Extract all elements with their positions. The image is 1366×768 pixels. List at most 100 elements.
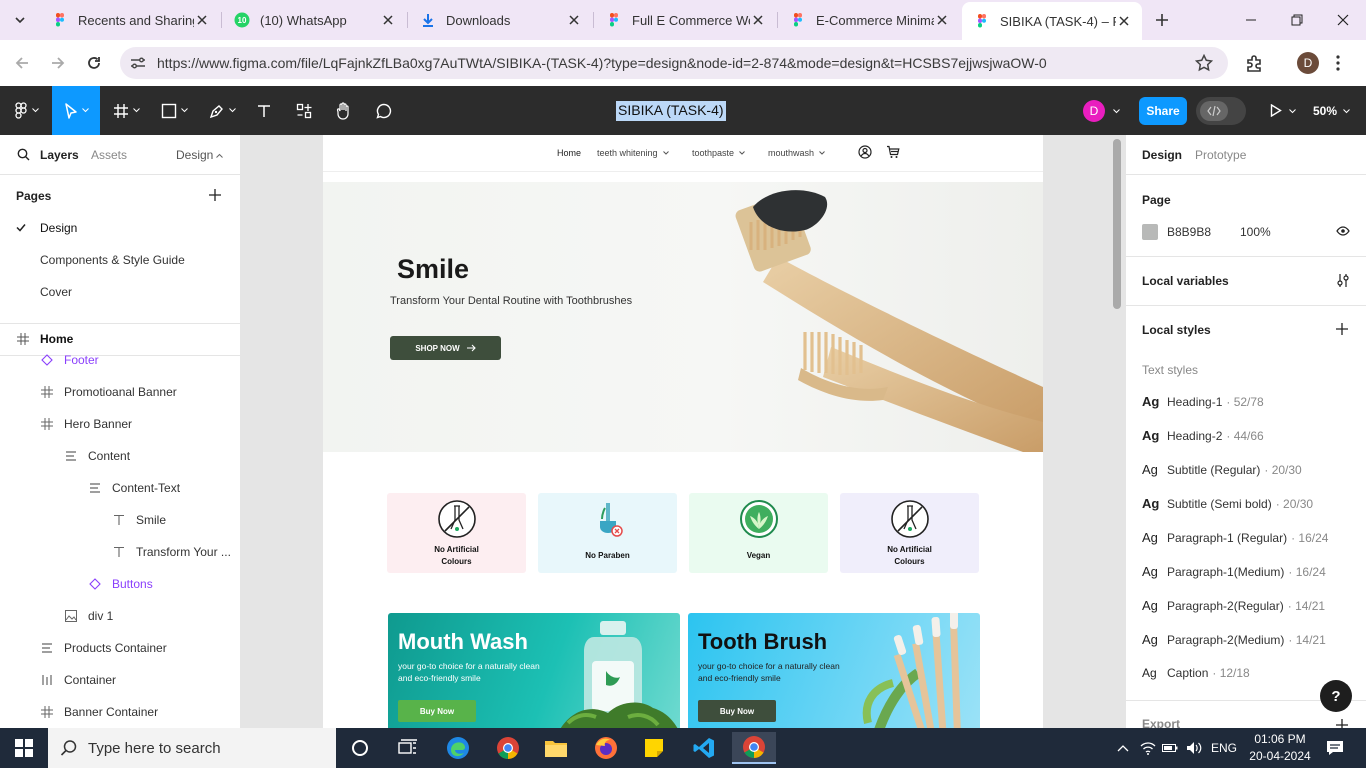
taskbar-vscode[interactable] <box>684 732 724 764</box>
cortana-button[interactable] <box>340 732 380 764</box>
layer-footer[interactable]: Footer <box>40 353 99 367</box>
nav-toothpaste[interactable]: toothpaste <box>692 148 745 158</box>
shop-now-button[interactable]: SHOP NOW <box>390 336 501 360</box>
back-button[interactable] <box>10 51 34 75</box>
zoom-level[interactable]: 50% <box>1313 104 1337 118</box>
frame-tool-button[interactable] <box>106 86 146 135</box>
chevron-down-icon[interactable] <box>1343 109 1350 114</box>
layer-products-container[interactable]: Products Container <box>40 641 167 655</box>
taskbar-search-box[interactable]: Type here to search <box>48 728 336 768</box>
close-window-button[interactable] <box>1320 0 1366 40</box>
browser-tab[interactable]: Full E Commerce We <box>594 4 776 36</box>
move-tool-button[interactable] <box>52 86 100 135</box>
add-export-icon[interactable] <box>1336 719 1348 728</box>
tab-search-button[interactable] <box>8 8 32 32</box>
layer-buttons[interactable]: Buttons <box>88 577 153 591</box>
reload-button[interactable] <box>82 51 106 75</box>
user-icon[interactable] <box>858 145 872 159</box>
profile-avatar[interactable]: D <box>1297 52 1319 74</box>
file-title[interactable]: SIBIKA (TASK-4) <box>616 101 726 121</box>
task-view-button[interactable] <box>388 732 428 764</box>
layer-container[interactable]: Container <box>40 673 116 687</box>
browser-tab[interactable]: E-Commerce Minima <box>778 4 960 36</box>
user-avatar[interactable]: D <box>1083 100 1105 122</box>
design-canvas[interactable]: Home teeth whitening toothpaste mouthwas… <box>241 135 1125 728</box>
browser-tab[interactable]: Recents and Sharing <box>40 4 220 36</box>
chevron-down-icon[interactable] <box>1113 109 1120 114</box>
text-style-item[interactable]: Ag Paragraph-2(Medium) · 14/21 <box>1142 632 1326 647</box>
star-icon[interactable] <box>1195 54 1213 72</box>
layer-banner-container[interactable]: Banner Container <box>40 705 158 719</box>
page-item-cover[interactable]: Cover <box>40 285 72 299</box>
dev-mode-toggle[interactable] <box>1196 97 1246 125</box>
system-clock[interactable]: 01:06 PM 20-04-2024 <box>1248 731 1312 765</box>
battery-status[interactable] <box>1160 728 1180 768</box>
layer-div-1[interactable]: div 1 <box>64 609 113 623</box>
text-tool-button[interactable] <box>250 86 278 135</box>
tab-design[interactable]: Design <box>1142 148 1182 162</box>
add-page-icon[interactable] <box>209 189 221 201</box>
page-color-hex[interactable]: B8B9B8 <box>1167 225 1211 239</box>
show-hidden-icons[interactable] <box>1112 728 1134 768</box>
layer-hero-banner[interactable]: Hero Banner <box>40 417 132 431</box>
site-settings-icon[interactable] <box>130 56 146 70</box>
forward-button[interactable] <box>46 51 70 75</box>
page-opacity[interactable]: 100% <box>1240 225 1271 239</box>
export-title[interactable]: Export <box>1142 717 1180 728</box>
text-style-item[interactable]: Ag Paragraph-2(Regular) · 14/21 <box>1142 598 1325 613</box>
layer-promotional-banner[interactable]: Promotioanal Banner <box>40 385 177 399</box>
pen-tool-button[interactable] <box>202 86 242 135</box>
home-artboard[interactable]: Home teeth whitening toothpaste mouthwas… <box>323 135 1043 728</box>
extensions-icon[interactable] <box>1245 54 1264 73</box>
tab-assets[interactable]: Assets <box>91 148 127 162</box>
cart-icon[interactable] <box>886 145 900 159</box>
canvas-scrollbar[interactable] <box>1113 139 1121 309</box>
hand-tool-button[interactable] <box>330 86 358 135</box>
taskbar-firefox[interactable] <box>586 732 626 764</box>
taskbar-sticky-notes[interactable] <box>634 732 674 764</box>
page-color-swatch[interactable] <box>1142 224 1158 240</box>
page-item-design[interactable]: Design <box>40 221 77 235</box>
shape-tool-button[interactable] <box>154 86 194 135</box>
action-center-button[interactable] <box>1320 728 1350 768</box>
variables-icon[interactable] <box>1336 273 1350 288</box>
taskbar-chrome[interactable] <box>488 732 528 764</box>
layer-smile-text[interactable]: Smile <box>112 513 166 527</box>
close-icon[interactable] <box>1116 13 1132 29</box>
share-button[interactable]: Share <box>1139 97 1187 125</box>
close-icon[interactable] <box>566 12 582 28</box>
main-menu-button[interactable] <box>8 86 44 135</box>
layer-content-text[interactable]: Content-Text <box>88 481 180 495</box>
local-variables-title[interactable]: Local variables <box>1142 274 1229 288</box>
tab-prototype[interactable]: Prototype <box>1195 148 1246 162</box>
nav-mouthwash[interactable]: mouthwash <box>768 148 825 158</box>
text-style-item[interactable]: Ag Subtitle (Regular) · 20/30 <box>1142 462 1302 477</box>
layer-home-frame[interactable]: Home <box>16 332 73 346</box>
layer-transform-text[interactable]: Transform Your ... <box>112 545 231 559</box>
buy-now-button[interactable]: Buy Now <box>398 700 476 722</box>
browser-tab[interactable]: Downloads <box>408 4 592 36</box>
nav-home-link[interactable]: Home <box>557 148 581 158</box>
start-button[interactable] <box>0 728 48 768</box>
play-icon[interactable] <box>1270 104 1282 117</box>
volume-control[interactable] <box>1184 728 1204 768</box>
more-vertical-icon[interactable] <box>1335 55 1341 71</box>
text-style-item[interactable]: Ag Paragraph-1(Medium) · 16/24 <box>1142 564 1326 579</box>
taskbar-chrome-active[interactable] <box>732 732 776 764</box>
nav-teeth-whitening[interactable]: teeth whitening <box>597 148 669 158</box>
close-icon[interactable] <box>194 12 210 28</box>
resources-button[interactable] <box>290 86 318 135</box>
browser-tab-active[interactable]: SIBIKA (TASK-4) – Fi <box>962 2 1142 40</box>
restore-button[interactable] <box>1274 0 1320 40</box>
minimize-button[interactable] <box>1228 0 1274 40</box>
search-icon[interactable] <box>17 148 30 161</box>
address-bar[interactable]: https://www.figma.com/file/LqFajnkZfLBa0… <box>120 47 1228 79</box>
close-icon[interactable] <box>750 12 766 28</box>
text-style-item[interactable]: Ag Heading-2 · 44/66 <box>1142 428 1264 443</box>
close-icon[interactable] <box>934 12 950 28</box>
browser-tab[interactable]: 10 (10) WhatsApp <box>222 4 406 36</box>
network-status[interactable] <box>1138 728 1158 768</box>
text-style-item[interactable]: Ag Subtitle (Semi bold) · 20/30 <box>1142 496 1313 511</box>
input-language[interactable]: ENG <box>1208 728 1240 768</box>
taskbar-edge[interactable] <box>438 732 478 764</box>
